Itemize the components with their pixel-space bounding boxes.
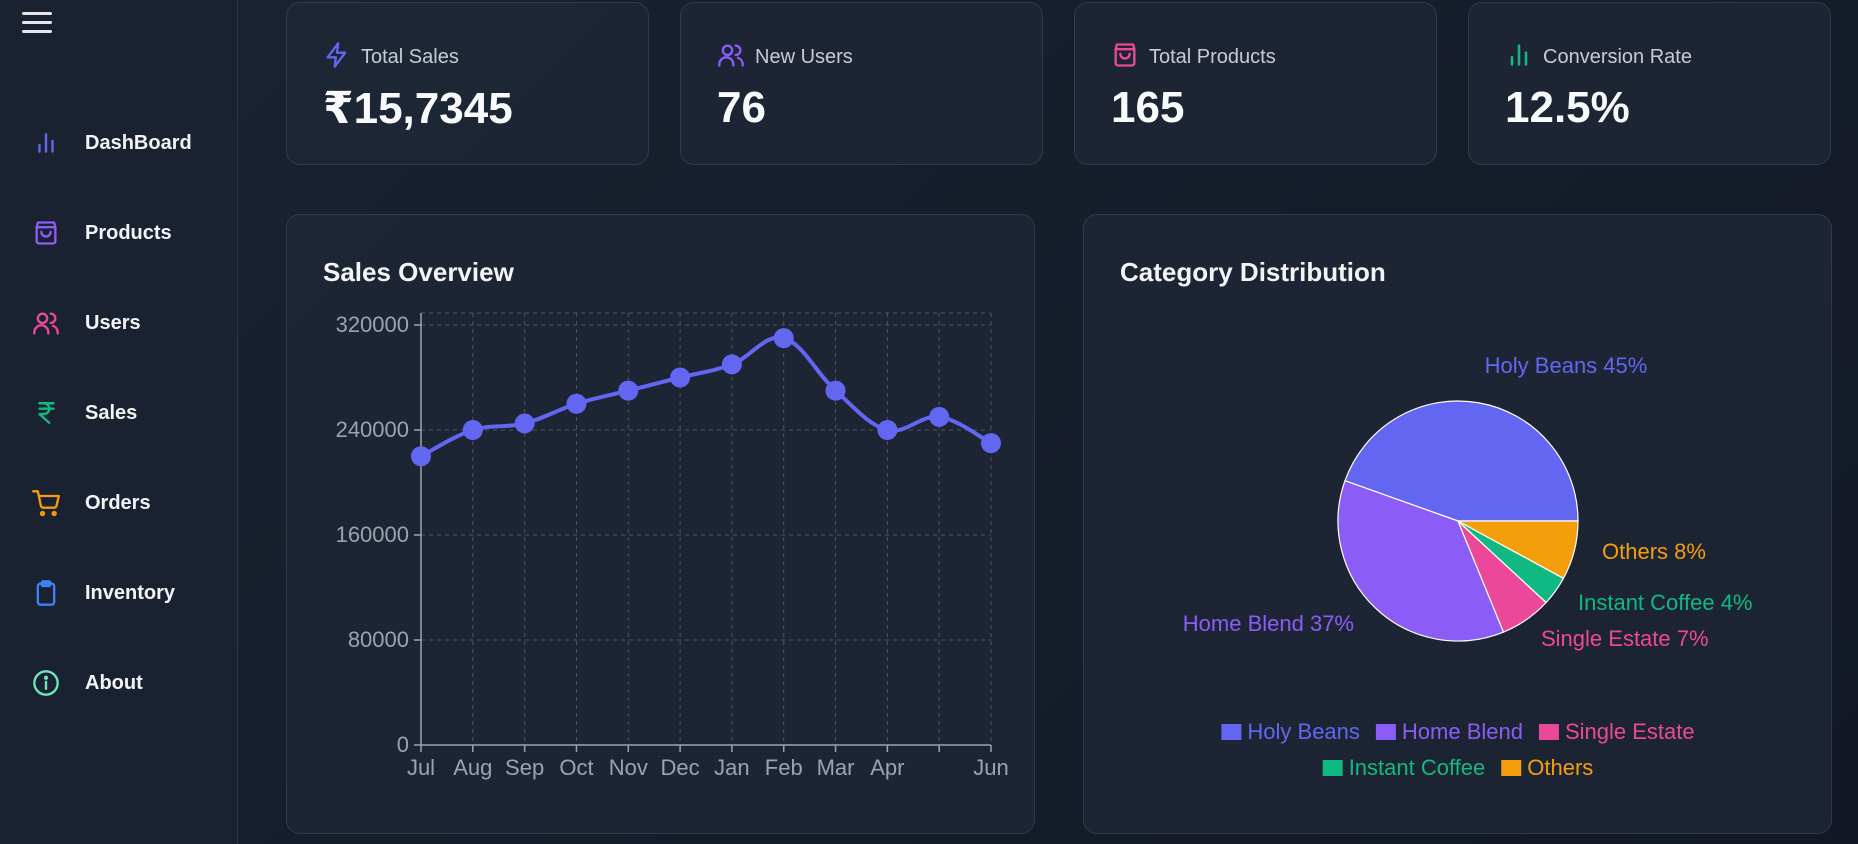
bar-chart-icon [1505,41,1533,74]
y-tick-label: 320000 [336,312,409,337]
legend-label: Home Blend [1402,719,1523,744]
sidebar-item-orders[interactable]: Orders [0,458,238,548]
sales-line-chart: 0 80000 160000 240000 320000 Jul Aug Sep Oct Nov D… [336,312,1009,780]
legend-swatch [1375,724,1396,740]
menu-toggle-icon[interactable] [22,12,52,38]
rupee-icon [30,397,62,429]
sidebar-item-label: Orders [85,491,151,514]
data-point [825,380,846,401]
users-icon [30,307,62,339]
slice-label: Others 8% [1602,539,1706,564]
y-tick-label: 160000 [336,522,409,547]
x-tick-label: Jun [973,755,1008,780]
info-icon [30,667,62,699]
stat-value: ₹15,7345 [323,84,513,133]
clipboard-icon [30,577,62,609]
y-tick-label: 80000 [348,627,409,652]
legend-swatch [1322,760,1343,776]
x-tick-label: Aug [453,755,492,780]
stat-card-total-products: Total Products 165 [1074,2,1437,165]
legend-label: Instant Coffee [1349,755,1486,780]
x-tick-label: Nov [609,755,648,780]
sidebar-nav: DashBoard Products Users Sales Orders In… [0,98,238,728]
legend-label: Single Estate [1565,719,1695,744]
data-point [411,446,431,467]
data-point [514,413,535,434]
sidebar-item-sales[interactable]: Sales [0,368,238,458]
slice-label: Home Blend 37% [1183,611,1354,636]
category-pie-chart: Holy Beans 45% Home Blend 37% Single Estat… [1183,353,1753,780]
x-tick-label: Sep [505,755,544,780]
x-tick-label: Mar [817,755,855,780]
sidebar-item-label: Sales [85,401,138,424]
slice-label: Holy Beans 45% [1485,353,1648,378]
sidebar-item-about[interactable]: About [0,638,238,728]
sidebar-item-inventory[interactable]: Inventory [0,548,238,638]
sidebar-item-label: Inventory [85,581,176,604]
sales-overview-panel: Sales Overview 0 80000 160000 240000 320000 J… [286,214,1035,834]
stat-value: 12.5% [1505,83,1630,132]
y-tick-label: 240000 [336,417,409,442]
x-tick-label: Feb [765,755,803,780]
zap-icon [323,41,351,74]
data-point [877,420,898,440]
sidebar-item-label: Users [85,311,141,334]
data-point [670,367,691,388]
x-tick-label: Jan [714,755,749,780]
stat-label: Total Products [1149,46,1276,68]
data-point [773,328,794,349]
stat-label: New Users [755,46,853,68]
bar-chart-icon [30,127,62,159]
shopping-bag-icon [30,217,62,249]
legend-label: Holy Beans [1247,719,1360,744]
sidebar-item-label: Products [85,221,172,244]
stat-card-conversion-rate: Conversion Rate 12.5% [1468,2,1831,165]
legend-label: Others [1527,755,1593,780]
sidebar: DashBoard Products Users Sales Orders In… [0,0,238,844]
users-icon [717,41,745,74]
sales-series-line [420,335,992,459]
sidebar-item-label: DashBoard [85,131,192,154]
data-point [462,420,483,440]
category-distribution-panel: Category Distribution Holy Beans 45% Home… [1083,214,1832,834]
data-point [566,393,587,414]
x-tick-label: Apr [870,755,904,780]
stat-label: Total Sales [361,46,459,68]
stat-card-total-sales: Total Sales ₹15,7345 [286,2,649,165]
data-point [618,380,639,401]
stat-value: 165 [1111,83,1185,132]
x-tick-label: Dec [661,755,700,780]
data-point [981,433,1001,454]
data-point [721,354,742,375]
legend-swatch [1221,724,1242,740]
x-tick-label: Jul [407,755,435,780]
legend-swatch [1501,760,1522,776]
shopping-bag-icon [1111,41,1139,74]
slice-label: Instant Coffee 4% [1578,590,1753,615]
slice-label: Single Estate 7% [1541,626,1709,651]
sidebar-item-label: About [85,671,143,694]
legend-swatch [1538,724,1559,740]
x-tick-label: Oct [559,755,593,780]
sidebar-item-users[interactable]: Users [0,278,238,368]
data-point [929,406,950,427]
cart-icon [30,487,62,519]
stat-value: 76 [717,83,766,132]
stat-label: Conversion Rate [1543,46,1692,68]
sidebar-item-products[interactable]: Products [0,188,238,278]
sidebar-item-dashboard[interactable]: DashBoard [0,98,238,188]
stat-card-new-users: New Users 76 [680,2,1043,165]
dashboard-app: DashBoard Products Users Sales Orders In… [0,0,1858,844]
y-tick-label: 0 [397,732,409,757]
